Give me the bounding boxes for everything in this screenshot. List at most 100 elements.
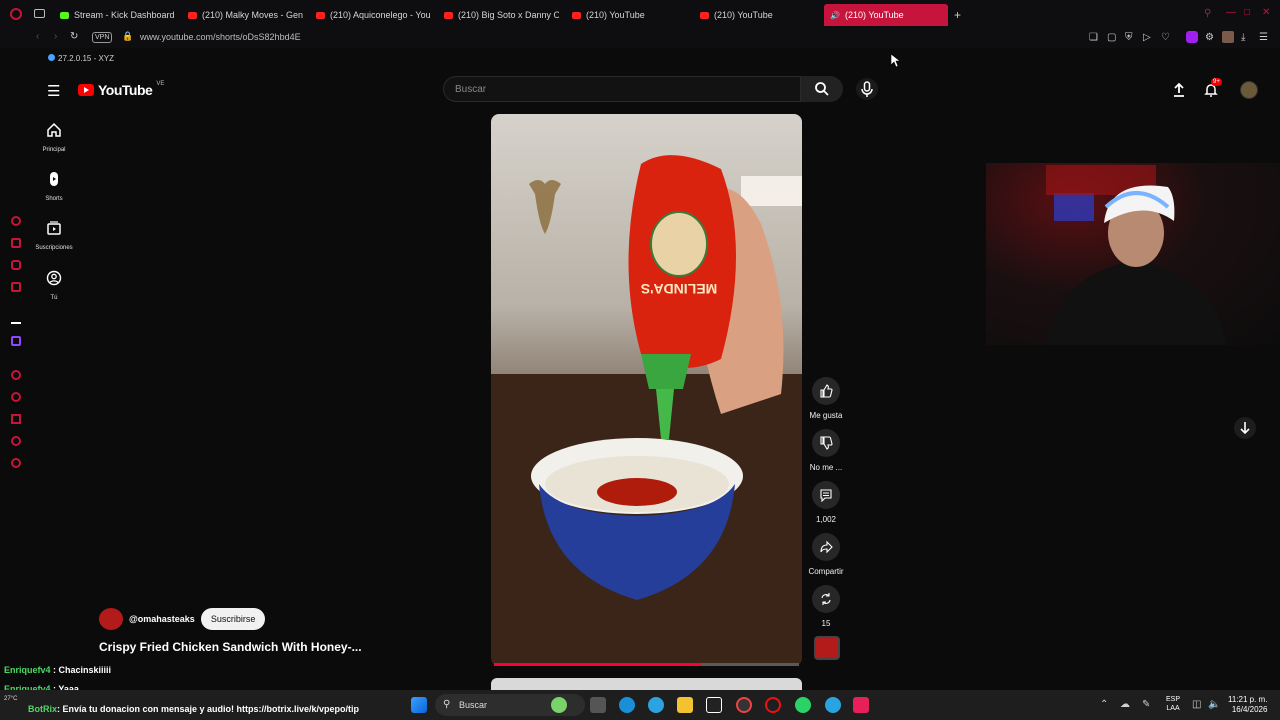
shorts-icon: [50, 172, 58, 186]
telegram-icon[interactable]: [648, 697, 664, 713]
dislike-button[interactable]: No me ...: [808, 429, 844, 472]
like-button[interactable]: Me gusta: [808, 377, 844, 420]
mouse-cursor-icon: [891, 54, 901, 68]
windows-start-icon[interactable]: [411, 697, 427, 713]
file-explorer-icon[interactable]: [677, 697, 693, 713]
tab-youtube-malky[interactable]: (210) Malky Moves - Gene: [188, 4, 303, 26]
tray-pen-icon[interactable]: ✎: [1142, 700, 1150, 710]
tab-youtube-big-soto[interactable]: (210) Big Soto x Danny O: [444, 4, 559, 26]
bottle-nozzle: [641, 354, 691, 389]
tiktok-icon[interactable]: [853, 697, 869, 713]
player-icon[interactable]: ▷: [1143, 33, 1151, 43]
browser-tab-bar: Stream - Kick Dashboard (210) Malky Move…: [0, 0, 1280, 28]
download-side-icon[interactable]: [11, 414, 21, 424]
reload-icon[interactable]: ↻: [70, 32, 78, 42]
clock-icon[interactable]: [11, 392, 21, 402]
video-progress-bar[interactable]: [494, 663, 799, 666]
tab-youtube-4[interactable]: (210) YouTube: [572, 4, 687, 26]
tab-youtube-5[interactable]: (210) YouTube: [700, 4, 815, 26]
app-icon[interactable]: [825, 697, 841, 713]
upload-icon[interactable]: [1171, 82, 1187, 98]
next-short-preview[interactable]: [491, 678, 802, 690]
sound-avatar[interactable]: [814, 636, 840, 660]
thumbs-down-icon: [812, 429, 840, 457]
extensions-side-icon[interactable]: [11, 436, 21, 446]
opera-logo-icon[interactable]: [10, 8, 22, 20]
tray-chevron-icon[interactable]: ⌃: [1100, 700, 1108, 710]
search-input[interactable]: Buscar: [443, 76, 801, 102]
profile-avatar[interactable]: [1222, 31, 1234, 43]
video-title[interactable]: Crispy Fried Chicken Sandwich With Honey…: [99, 640, 362, 654]
webcam-frame: [1046, 165, 1226, 345]
notifications-button[interactable]: 9+: [1203, 78, 1222, 98]
chat-message: BotRix: Envía tu donacion con mensaje y …: [28, 704, 359, 714]
subscribe-button[interactable]: Suscribirse: [200, 608, 266, 630]
tab-label: (210) Aquiconelego - You: [330, 10, 431, 20]
hamburger-menu-icon[interactable]: ☰: [47, 84, 60, 99]
account-avatar[interactable]: [1240, 81, 1258, 99]
search-button[interactable]: [801, 76, 843, 102]
tab-overview-icon[interactable]: [34, 9, 45, 18]
language-indicator[interactable]: ESP LAA: [1166, 695, 1180, 713]
language-line1: ESP: [1166, 696, 1181, 703]
search-tabs-icon[interactable]: ⚲: [1204, 9, 1211, 19]
capcut-icon[interactable]: [706, 697, 722, 713]
volume-icon[interactable]: 🔈: [1208, 700, 1220, 710]
tab-youtube-aquiconelego[interactable]: (210) Aquiconelego - You: [316, 4, 431, 26]
aria-icon[interactable]: [11, 314, 21, 324]
maximize-icon[interactable]: □: [1244, 8, 1250, 18]
task-view-icon[interactable]: [590, 697, 606, 713]
tab-youtube-active[interactable]: 🔊 (210) YouTube: [824, 4, 948, 26]
channel-name[interactable]: @omahasteaks: [129, 614, 195, 624]
close-icon[interactable]: ✕: [1262, 8, 1270, 18]
comments-button[interactable]: 1,002: [808, 481, 844, 524]
downloads-icon[interactable]: ⤓: [1241, 33, 1245, 43]
youtube-sidebar-icon[interactable]: [11, 282, 21, 292]
nav-you[interactable]: Tú: [30, 270, 78, 301]
opera-taskbar-icon[interactable]: [765, 697, 781, 713]
short-video-player[interactable]: MELINDA'S: [491, 114, 802, 666]
youtube-logo[interactable]: YouTube VE: [78, 81, 164, 98]
vpn-badge[interactable]: VPN: [92, 32, 113, 43]
whatsapp-icon[interactable]: [795, 697, 811, 713]
chat-username: Enriquefv4: [4, 665, 51, 675]
messenger-icon[interactable]: [11, 238, 21, 248]
voice-search-button[interactable]: [856, 78, 878, 100]
speed-dial-icon[interactable]: [11, 216, 21, 226]
tab-kick-dashboard[interactable]: Stream - Kick Dashboard: [60, 4, 180, 26]
channel-avatar[interactable]: [99, 608, 123, 630]
menu-icon[interactable]: ☰: [1259, 33, 1268, 43]
nav-subscriptions[interactable]: Suscripciones: [30, 220, 78, 251]
next-video-arrow-icon[interactable]: [1234, 417, 1256, 439]
history-icon[interactable]: [11, 370, 21, 380]
shield-icon[interactable]: ⛨: [1125, 33, 1133, 43]
chrome-icon[interactable]: [736, 697, 752, 713]
weather-widget[interactable]: 27°C: [4, 696, 24, 712]
back-icon[interactable]: ‹: [36, 32, 39, 42]
clock-date: 16/4/2026: [1231, 705, 1268, 714]
edge-icon[interactable]: [619, 697, 635, 713]
extensions-icon[interactable]: ⚙: [1205, 33, 1214, 43]
new-tab-icon[interactable]: +: [954, 9, 961, 21]
instagram-icon[interactable]: [11, 260, 21, 270]
tab-label: (210) Malky Moves - Gene: [202, 10, 303, 20]
system-clock[interactable]: 11:21 p. m. 16/4/2026: [1228, 695, 1267, 715]
sticker-app-icon[interactable]: [551, 697, 567, 713]
settings-icon[interactable]: [11, 458, 21, 468]
version-label: 27.2.0.15 - XYZ: [48, 54, 114, 63]
wifi-icon[interactable]: ◫: [1192, 700, 1201, 710]
forward-icon[interactable]: ›: [54, 32, 57, 42]
nav-shorts[interactable]: Shorts: [30, 171, 78, 202]
heart-icon[interactable]: ♡: [1161, 33, 1170, 43]
remix-button[interactable]: 15: [808, 585, 844, 628]
minimize-icon[interactable]: —: [1226, 8, 1236, 18]
bookmark-icon[interactable]: ❏: [1089, 33, 1098, 43]
url-field[interactable]: www.youtube.com/shorts/oDsS82hbd4E: [140, 32, 301, 42]
nav-home[interactable]: Principal: [30, 122, 78, 153]
remix-icon: [812, 585, 840, 613]
snapshot-icon[interactable]: ▢: [1107, 33, 1116, 43]
twitch-icon[interactable]: [11, 336, 21, 346]
tray-app-icon[interactable]: ☁: [1120, 700, 1130, 710]
share-button[interactable]: Compartir: [808, 533, 844, 576]
extension-download-icon[interactable]: [1186, 31, 1198, 43]
